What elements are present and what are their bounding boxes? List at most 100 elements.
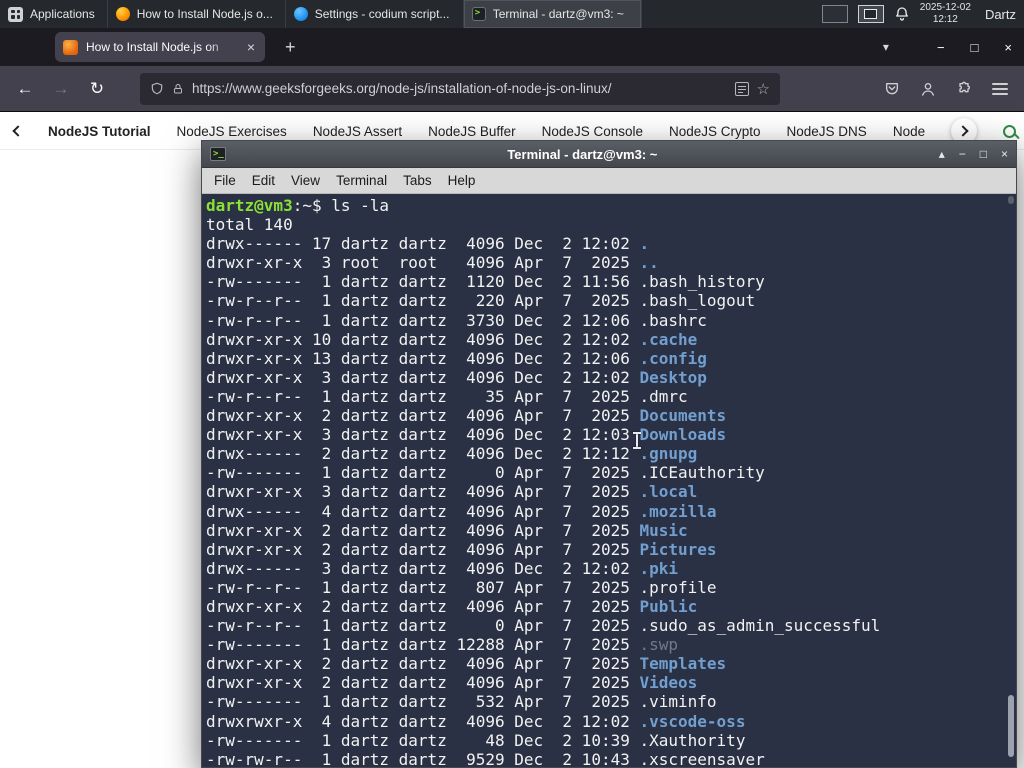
firefox-icon: [115, 7, 130, 21]
taskbar-window-button[interactable]: How to Install Node.js o...: [108, 0, 286, 28]
tabstrip-controls: ▾ − □ ×: [883, 40, 1024, 55]
notification-bell-icon[interactable]: [894, 6, 910, 22]
terminal-shade-button[interactable]: ▴: [939, 147, 945, 161]
terminal-window-controls: ▴ − □ ×: [939, 147, 1008, 161]
terminal-listing-row: -rw------- 1 dartz dartz 532 Apr 7 2025 …: [206, 692, 717, 712]
terminal-listing-row: drwxr-xr-x 2 dartz dartz 4096 Apr 7 2025…: [206, 654, 727, 674]
terminal-listing-row: -rw------- 1 dartz dartz 12288 Apr 7 202…: [206, 635, 679, 655]
applications-label: Applications: [30, 7, 95, 21]
terminal-close-button[interactable]: ×: [1001, 147, 1008, 161]
terminal-listing-row: drwxr-xr-x 2 dartz dartz 4096 Apr 7 2025…: [206, 596, 698, 616]
mouse-cursor: [633, 432, 641, 449]
codium-icon: [293, 7, 308, 21]
back-button[interactable]: ←: [10, 74, 40, 104]
applications-icon: [8, 6, 23, 22]
user-menu[interactable]: Dartz: [985, 7, 1016, 22]
terminal-menu-file[interactable]: File: [206, 173, 244, 188]
site-nav-link[interactable]: NodeJS Assert: [313, 124, 402, 139]
terminal-listing-row: drwx------ 17 dartz dartz 4096 Dec 2 12:…: [206, 234, 650, 254]
taskbar-window-label: Terminal - dartz@vm3: ~: [492, 7, 624, 21]
terminal-titlebar[interactable]: >_ Terminal - dartz@vm3: ~ ▴ − □ ×: [202, 141, 1016, 168]
tab-close-icon[interactable]: ×: [245, 39, 257, 55]
prompt-user-host: dartz@vm3: [206, 196, 293, 215]
terminal-output: drwx------ 17 dartz dartz 4096 Dec 2 12:…: [206, 234, 1016, 767]
browser-minimize-button[interactable]: −: [937, 40, 945, 55]
terminal-listing-row: -rw-r--r-- 1 dartz dartz 35 Apr 7 2025 .…: [206, 386, 688, 406]
terminal-listing-row: drwx------ 2 dartz dartz 4096 Dec 2 12:1…: [206, 444, 698, 464]
terminal-menu-view[interactable]: View: [283, 173, 328, 188]
terminal-listing-row: drwxrwxr-x 4 dartz dartz 4096 Dec 2 12:0…: [206, 711, 746, 731]
terminal-screen[interactable]: dartz@vm3:~$ ls -la total 140 drwx------…: [202, 194, 1016, 767]
workspace-1[interactable]: [821, 5, 848, 23]
desktop: Applications How to Install Node.js o...…: [0, 0, 1024, 768]
site-nav-link[interactable]: NodeJS Crypto: [669, 124, 761, 139]
new-tab-button[interactable]: +: [279, 37, 302, 58]
terminal-listing-row: -rw-r--r-- 1 dartz dartz 3730 Dec 2 12:0…: [206, 310, 707, 330]
terminal-app-icon: >_: [210, 147, 226, 161]
browser-tab-strip: How to Install Node.js on × + ▾ − □ ×: [0, 28, 1024, 66]
site-nav-link[interactable]: NodeJS Buffer: [428, 124, 516, 139]
reload-button[interactable]: ↻: [82, 74, 112, 104]
terminal-scrollbar-track[interactable]: [1008, 196, 1014, 204]
prompt-command: ls -la: [331, 196, 390, 215]
clock[interactable]: 2025-12-02 12:12: [920, 2, 971, 26]
browser-close-button[interactable]: ×: [1004, 40, 1012, 55]
prompt-suffix: :~$: [292, 196, 332, 215]
terminal-listing-row: drwxr-xr-x 2 dartz dartz 4096 Apr 7 2025…: [206, 673, 698, 693]
lock-icon[interactable]: [172, 82, 184, 96]
terminal-maximize-button[interactable]: □: [980, 147, 987, 161]
terminal-menubar: File Edit View Terminal Tabs Help: [202, 168, 1016, 194]
clock-time: 12:12: [932, 14, 958, 25]
bookmark-star-icon[interactable]: ☆: [757, 80, 770, 98]
taskbar-window-button[interactable]: Settings - codium script...: [286, 0, 464, 28]
terminal-listing-row: -rw-r--r-- 1 dartz dartz 0 Apr 7 2025 .s…: [206, 616, 881, 636]
terminal-listing-row: drwxr-xr-x 2 dartz dartz 4096 Apr 7 2025…: [206, 520, 688, 540]
forward-button[interactable]: →: [46, 74, 76, 104]
extensions-icon[interactable]: [956, 81, 972, 97]
browser-window-controls: − □ ×: [937, 40, 1012, 55]
terminal-icon: >: [471, 7, 486, 21]
taskbar-window-button[interactable]: > Terminal - dartz@vm3: ~: [463, 0, 642, 28]
search-icon[interactable]: [1003, 124, 1017, 138]
applications-menu[interactable]: Applications: [0, 0, 108, 28]
pocket-icon[interactable]: [884, 81, 900, 97]
site-nav-link[interactable]: NodeJS DNS: [787, 124, 867, 139]
terminal-listing-row: drwx------ 3 dartz dartz 4096 Dec 2 12:0…: [206, 558, 679, 578]
site-nav-link[interactable]: NodeJS Tutorial: [48, 124, 151, 139]
terminal-listing-row: drwxr-xr-x 2 dartz dartz 4096 Apr 7 2025…: [206, 539, 717, 559]
terminal-menu-terminal[interactable]: Terminal: [328, 173, 395, 188]
account-icon[interactable]: [920, 81, 936, 97]
browser-toolbar: ← → ↻ https://www.geeksforgeeks.org/node…: [0, 66, 1024, 112]
workspace-2[interactable]: [857, 5, 884, 23]
tab-title: How to Install Node.js on: [86, 40, 219, 54]
terminal-scrollbar-thumb[interactable]: [1008, 695, 1014, 757]
browser-tab[interactable]: How to Install Node.js on ×: [55, 32, 265, 62]
toolbar-right-icons: [884, 81, 1014, 97]
terminal-prompt-line: dartz@vm3:~$ ls -la: [206, 196, 1016, 215]
terminal-menu-help[interactable]: Help: [440, 173, 484, 188]
shield-icon[interactable]: [150, 81, 164, 96]
clock-date: 2025-12-02: [919, 2, 971, 13]
nav-scroll-left-icon[interactable]: [12, 125, 24, 137]
taskbar-window-label: How to Install Node.js o...: [136, 7, 273, 21]
terminal-minimize-button[interactable]: −: [959, 147, 966, 161]
url-text: https://www.geeksforgeeks.org/node-js/in…: [192, 81, 612, 96]
terminal-listing-row: -rw-rw-r-- 1 dartz dartz 9529 Dec 2 10:4…: [206, 749, 765, 767]
terminal-listing-row: drwxr-xr-x 13 dartz dartz 4096 Dec 2 12:…: [206, 348, 707, 368]
terminal-listing-row: -rw-r--r-- 1 dartz dartz 220 Apr 7 2025 …: [206, 291, 756, 311]
site-nav-link[interactable]: NodeJS Exercises: [177, 124, 287, 139]
terminal-window: >_ Terminal - dartz@vm3: ~ ▴ − □ × File E…: [201, 140, 1017, 768]
site-nav-link[interactable]: Node: [893, 124, 925, 139]
terminal-listing-row: -rw-r--r-- 1 dartz dartz 807 Apr 7 2025 …: [206, 577, 717, 597]
reader-mode-icon[interactable]: [734, 81, 749, 96]
url-bar[interactable]: https://www.geeksforgeeks.org/node-js/in…: [140, 72, 780, 105]
browser-maximize-button[interactable]: □: [971, 40, 979, 55]
terminal-menu-tabs[interactable]: Tabs: [395, 173, 440, 188]
list-all-tabs-icon[interactable]: ▾: [883, 40, 889, 54]
terminal-listing-row: -rw------- 1 dartz dartz 48 Dec 2 10:39 …: [206, 730, 746, 750]
terminal-listing-row: drwxr-xr-x 2 dartz dartz 4096 Apr 7 2025…: [206, 406, 727, 426]
terminal-menu-edit[interactable]: Edit: [244, 173, 283, 188]
terminal-total-line: total 140: [206, 215, 293, 235]
menu-icon[interactable]: [992, 82, 1008, 95]
site-nav-link[interactable]: NodeJS Console: [542, 124, 643, 139]
